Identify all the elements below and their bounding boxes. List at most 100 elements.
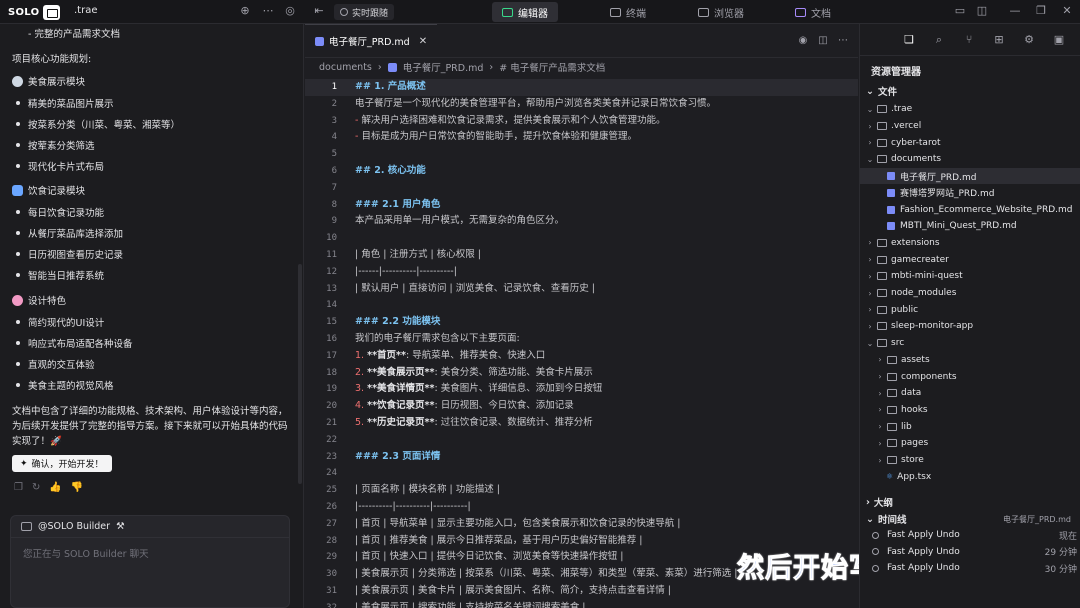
tree-folder[interactable]: › .vercel bbox=[860, 118, 1080, 135]
collapse-sidebar-icon[interactable]: ⇤ bbox=[312, 4, 326, 18]
line-number: 17 bbox=[326, 350, 337, 361]
split-editor-icon[interactable]: ◫ bbox=[817, 35, 829, 47]
tree-file[interactable]: ⚛ App.tsx bbox=[860, 468, 1080, 485]
tab-editor[interactable]: 编辑器 bbox=[492, 2, 558, 22]
copy-icon[interactable]: ❐ bbox=[14, 482, 23, 493]
code-line[interactable]: 31 | 美食展示页 | 美食卡片 | 展示美食图片、名称、简介，支持点击查看详情… bbox=[305, 583, 858, 600]
code-line[interactable]: 12 |------|----------|----------| bbox=[305, 264, 858, 281]
git-branch-icon[interactable]: ⑂ bbox=[962, 33, 976, 47]
workspace-name[interactable]: .trae bbox=[74, 5, 98, 16]
editor-more-icon[interactable]: ⋯ bbox=[837, 35, 849, 47]
tree-file[interactable]: 电子餐厅_PRD.md bbox=[860, 167, 1080, 185]
tree-folder[interactable]: › public bbox=[860, 301, 1080, 318]
code-line[interactable]: 3 - 解决用户选择困难和饮食记录需求，提供美食展示和个人饮食管理功能。 bbox=[305, 113, 858, 130]
code-line[interactable]: 14 bbox=[305, 297, 858, 314]
timeline-section-header[interactable]: ⌄ 时间线 电子餐厅_PRD.md bbox=[866, 512, 1075, 527]
code-line[interactable]: 22 bbox=[305, 432, 858, 449]
settings-icon[interactable]: ⚒ bbox=[116, 521, 125, 532]
code-line[interactable]: 2 电子餐厅是一个现代化的美食管理平台，帮助用户浏览各类美食并记录日常饮食习惯。 bbox=[305, 96, 858, 113]
tree-folder[interactable]: › components bbox=[860, 368, 1080, 385]
tab-terminal-label: 终端 bbox=[626, 8, 646, 20]
minimize-icon[interactable]: — bbox=[1008, 4, 1022, 18]
breadcrumb-item[interactable]: 电子餐厅_PRD.md bbox=[403, 60, 484, 74]
tree-folder[interactable]: › pages bbox=[860, 435, 1080, 452]
chat-input[interactable]: 您正在与 SOLO Builder 聊天 bbox=[11, 538, 289, 568]
close-tab-icon[interactable]: ✕ bbox=[419, 36, 427, 47]
new-chat-icon[interactable]: ⊕ bbox=[238, 4, 252, 18]
files-icon[interactable]: ❏ bbox=[902, 33, 916, 47]
account-icon[interactable]: ◎ bbox=[283, 4, 297, 18]
breadcrumb-item[interactable]: documents bbox=[319, 62, 372, 73]
tree-folder[interactable]: › assets bbox=[860, 352, 1080, 369]
outline-section-header[interactable]: › 大纲 bbox=[866, 495, 893, 510]
code-line[interactable]: 18 2. **美食展示页**: 美食分类、筛选功能、美食卡片展示 bbox=[305, 365, 858, 382]
tab-terminal[interactable]: 终端 bbox=[600, 2, 656, 22]
thumbs-up-icon[interactable]: 👍 bbox=[49, 482, 61, 493]
extensions-icon[interactable]: ⊞ bbox=[992, 33, 1006, 47]
search-icon[interactable]: ⌕ bbox=[932, 33, 946, 47]
tree-folder[interactable]: ⌄ .trae bbox=[860, 101, 1080, 118]
code-line[interactable]: 6 ## 2. 核心功能 bbox=[305, 163, 858, 180]
code-line[interactable]: 17 1. **首页**: 导航菜单、推荐美食、快速入口 bbox=[305, 348, 858, 365]
tab-browser[interactable]: 浏览器 bbox=[688, 2, 754, 22]
timeline-item[interactable]: Fast Apply Undo 30 分钟 bbox=[860, 560, 1080, 577]
tab-docs[interactable]: 文档 bbox=[785, 2, 841, 22]
tree-folder[interactable]: ⌄ src bbox=[860, 335, 1080, 352]
code-line[interactable]: 32 | 美食展示页 | 搜索功能 | 支持按菜名关键词搜索美食 | bbox=[305, 600, 858, 608]
tree-file[interactable]: 赛博塔罗网站_PRD.md bbox=[860, 185, 1080, 202]
tree-folder[interactable]: › extensions bbox=[860, 235, 1080, 252]
code-line[interactable]: 21 5. **历史记录页**: 过往饮食记录、数据统计、推荐分析 bbox=[305, 415, 858, 432]
code-line[interactable]: 10 bbox=[305, 230, 858, 247]
code-line[interactable]: 7 bbox=[305, 180, 858, 197]
close-window-icon[interactable]: ✕ bbox=[1060, 4, 1074, 18]
timeline-item[interactable]: Fast Apply Undo 29 分钟 bbox=[860, 544, 1080, 561]
more-icon[interactable]: ⋯ bbox=[261, 4, 275, 18]
tree-folder[interactable]: › gamecreater bbox=[860, 251, 1080, 268]
code-line[interactable]: 8 ### 2.1 用户角色 bbox=[305, 197, 858, 214]
tree-folder[interactable]: › hooks bbox=[860, 402, 1080, 419]
code-line[interactable]: 15 ### 2.2 功能模块 bbox=[305, 314, 858, 331]
preview-icon[interactable]: ◉ bbox=[797, 35, 809, 47]
tree-file[interactable]: Fashion_Ecommerce_Website_PRD.md bbox=[860, 201, 1080, 218]
tree-folder[interactable]: › cyber-tarot bbox=[860, 134, 1080, 151]
chat-scrollbar[interactable] bbox=[298, 264, 302, 484]
code-line[interactable]: 19 3. **美食详情页**: 美食图片、详细信息、添加到今日按钮 bbox=[305, 381, 858, 398]
layout-panel-icon[interactable]: ▭ bbox=[953, 4, 967, 18]
tree-folder[interactable]: › sleep-monitor-app bbox=[860, 318, 1080, 335]
code-line[interactable]: 9 本产品采用单一用户模式，无需复杂的角色区分。 bbox=[305, 213, 858, 230]
code-line[interactable]: 24 bbox=[305, 465, 858, 482]
files-section-header[interactable]: ⌄ 文件 bbox=[866, 84, 897, 99]
tree-folder[interactable]: › mbti-mini-quest bbox=[860, 268, 1080, 285]
timeline-item[interactable]: Fast Apply Undo 现在 bbox=[860, 527, 1080, 544]
breadcrumb-item[interactable]: # 电子餐厅产品需求文档 bbox=[499, 60, 605, 74]
code-line[interactable]: 26 |----------|----------|----------| bbox=[305, 499, 858, 516]
tree-folder[interactable]: ⌄ documents bbox=[860, 151, 1080, 168]
tree-folder[interactable]: › lib bbox=[860, 418, 1080, 435]
builder-input-box[interactable]: @SOLO Builder ⚒ 您正在与 SOLO Builder 聊天 bbox=[10, 515, 290, 608]
tree-folder[interactable]: › store bbox=[860, 452, 1080, 469]
code-line[interactable]: 13 | 默认用户 | 直接访问 | 浏览美食、记录饮食、查看历史 | bbox=[305, 281, 858, 298]
code-line[interactable]: 23 ### 2.3 页面详情 bbox=[305, 449, 858, 466]
live-follow-chip[interactable]: 实时跟随 bbox=[334, 4, 395, 20]
tree-folder[interactable]: › data bbox=[860, 385, 1080, 402]
layout-split-icon[interactable]: ◫ bbox=[975, 4, 989, 18]
tree-file[interactable]: MBTI_Mini_Quest_PRD.md bbox=[860, 218, 1080, 235]
code-line[interactable]: 27 | 首页 | 导航菜单 | 显示主要功能入口，包含美食展示和饮食记录的快速导… bbox=[305, 516, 858, 533]
code-line[interactable]: 25 | 页面名称 | 模块名称 | 功能描述 | bbox=[305, 482, 858, 499]
maximize-icon[interactable]: ❐ bbox=[1034, 4, 1048, 18]
code-line[interactable]: 20 4. **饮食记录页**: 日历视图、今日饮食、添加记录 bbox=[305, 398, 858, 415]
tree-folder[interactable]: › node_modules bbox=[860, 285, 1080, 302]
remote-icon[interactable]: ▣ bbox=[1052, 33, 1066, 47]
confirm-start-button[interactable]: ✦ 确认，开始开发！ bbox=[12, 455, 112, 472]
code-line[interactable]: 5 bbox=[305, 146, 858, 163]
thumbs-down-icon[interactable]: 👎 bbox=[71, 482, 83, 493]
code-area[interactable]: 1 ## 1. 产品概述 2 电子餐厅是一个现代化的美食管理平台，帮助用户浏览各类美食… bbox=[305, 77, 858, 608]
editor-tab-file[interactable]: 电子餐厅_PRD.md ✕ bbox=[305, 24, 438, 57]
solo-logo[interactable]: SOLO bbox=[8, 4, 61, 20]
code-line[interactable]: 11 | 角色 | 注册方式 | 核心权限 | bbox=[305, 247, 858, 264]
retry-icon[interactable]: ↻ bbox=[32, 482, 40, 493]
code-line[interactable]: 16 我们的电子餐厅需求包含以下主要页面: bbox=[305, 331, 858, 348]
debug-icon[interactable]: ⚙ bbox=[1022, 33, 1036, 47]
code-line[interactable]: 1 ## 1. 产品概述 bbox=[305, 79, 858, 96]
code-line[interactable]: 4 - 目标是成为用户日常饮食的智能助手，提升饮食体验和健康管理。 bbox=[305, 129, 858, 146]
